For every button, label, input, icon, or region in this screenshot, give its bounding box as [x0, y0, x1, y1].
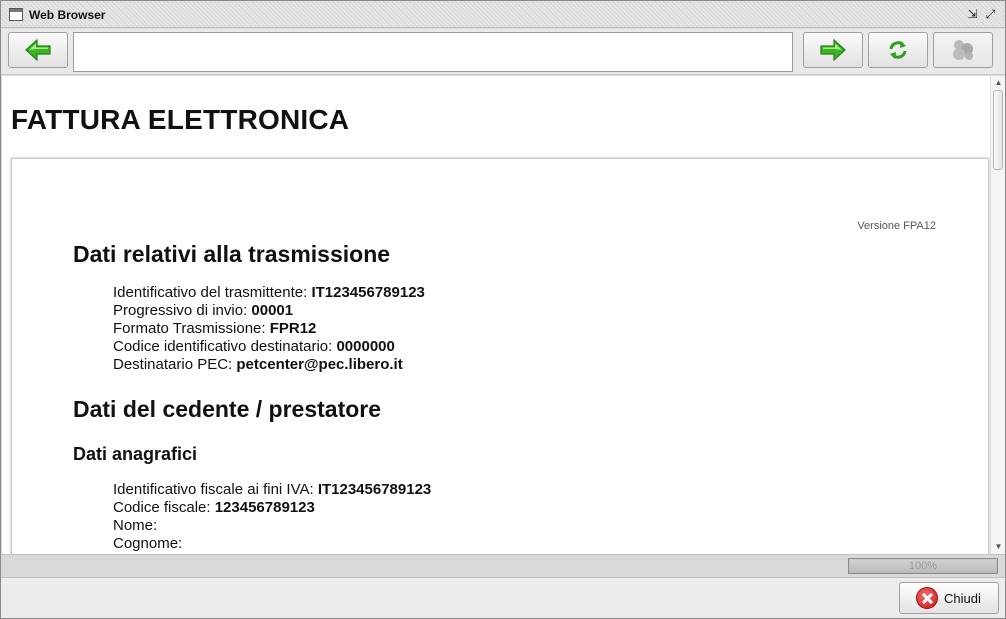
restore-icon[interactable]: ⇲	[965, 7, 980, 22]
vertical-scrollbar[interactable]: ▲ ▼	[990, 76, 1005, 554]
maximize-icon[interactable]: ⤢	[983, 7, 998, 22]
scroll-up-icon[interactable]: ▲	[991, 77, 1006, 89]
green-refresh-icon	[889, 41, 907, 59]
field-recipient-code: Codice identificativo destinatario: 0000…	[113, 338, 395, 355]
green-left-arrow-icon	[25, 39, 51, 61]
green-right-arrow-icon	[820, 39, 846, 61]
refresh-button[interactable]	[868, 32, 928, 68]
version-label: Versione FPA12	[857, 220, 936, 232]
close-button[interactable]: Chiudi	[899, 582, 999, 614]
bottom-bar: Chiudi	[1, 577, 1005, 618]
page-title: FATTURA ELETTRONICA	[11, 104, 350, 135]
back-button[interactable]	[8, 32, 68, 68]
field-fiscal-code: Codice fiscale: 123456789123	[113, 499, 315, 516]
field-first-name: Nome:	[113, 517, 158, 534]
status-bar: 100%	[1, 554, 1005, 576]
extra-button[interactable]	[933, 32, 993, 68]
window-icon	[9, 8, 23, 21]
section-transmission-title: Dati relativi alla trasmissione	[73, 241, 391, 267]
close-icon	[916, 587, 938, 609]
field-send-progressive: Progressivo di invio: 00001	[113, 302, 294, 319]
browser-window: Web Browser ⇲ ⤢ FATTURA ELETTRONICA Vers…	[0, 0, 1006, 619]
forward-button[interactable]	[803, 32, 863, 68]
gray-puzzle-icon	[953, 40, 973, 60]
scroll-down-icon[interactable]: ▼	[991, 541, 1006, 553]
field-transmitter-id: Identificativo del trasmittente: IT12345…	[113, 284, 425, 301]
progress-label: 100%	[908, 560, 938, 572]
field-last-name: Cognome:	[113, 535, 183, 552]
url-input[interactable]	[73, 32, 793, 72]
field-transmission-format: Formato Trasmissione: FPR12	[113, 320, 317, 337]
window-title: Web Browser	[29, 8, 106, 22]
page-viewport: FATTURA ELETTRONICA Versione FPA12 Dati …	[2, 76, 990, 554]
section-supplier-title: Dati del cedente / prestatore	[73, 396, 382, 422]
invoice-document: Versione FPA12 Dati relativi alla trasmi…	[11, 158, 989, 554]
scroll-thumb[interactable]	[993, 90, 1003, 170]
title-bar: Web Browser ⇲ ⤢	[1, 1, 1005, 28]
section-personal-data-title: Dati anagrafici	[73, 444, 198, 464]
field-vat-id: Identificativo fiscale ai fini IVA: IT12…	[113, 481, 432, 498]
field-recipient-pec: Destinatario PEC: petcenter@pec.libero.i…	[113, 356, 403, 373]
navigation-toolbar	[1, 29, 1005, 75]
load-progress-bar: 100%	[848, 558, 998, 574]
close-button-label: Chiudi	[944, 590, 981, 606]
